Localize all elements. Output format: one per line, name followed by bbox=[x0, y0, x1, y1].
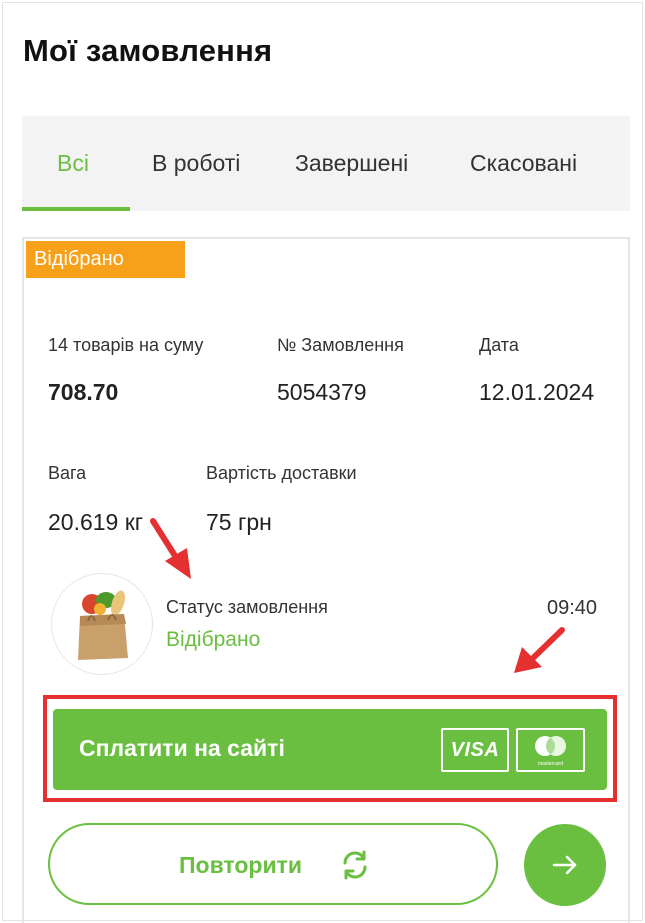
mastercard-wordmark: mastercard bbox=[538, 761, 563, 767]
items-sum-value: 708.70 bbox=[48, 379, 119, 405]
order-card[interactable]: Відібрано 14 товарів на суму 708.70 № За… bbox=[22, 237, 630, 923]
active-tab-indicator bbox=[22, 207, 130, 211]
tab-all[interactable]: Всі bbox=[57, 150, 89, 177]
pay-online-label: Сплатити на сайті bbox=[79, 735, 285, 761]
order-number-label: № Замовлення bbox=[277, 335, 404, 355]
repeat-order-button[interactable]: Повторити bbox=[48, 823, 498, 905]
annotation-highlight-box: Сплатити на сайті VISA mastercard bbox=[43, 695, 617, 802]
refresh-icon bbox=[343, 850, 367, 880]
status-time: 09:40 bbox=[547, 597, 598, 619]
order-details-button[interactable] bbox=[524, 824, 606, 906]
order-date-value: 12.01.2024 bbox=[479, 379, 595, 405]
order-status-value: Відібрано bbox=[166, 628, 261, 651]
repeat-order-label: Повторити bbox=[179, 852, 303, 878]
delivery-cost-value: 75 грн bbox=[206, 509, 272, 535]
grocery-bag-icon bbox=[78, 590, 128, 660]
order-tabs: Всі В роботі Завершені Скасовані bbox=[22, 116, 630, 211]
tab-in-progress[interactable]: В роботі bbox=[152, 150, 240, 177]
mastercard-icon: mastercard bbox=[516, 728, 585, 772]
order-date-label: Дата bbox=[479, 335, 519, 355]
screen-frame: Мої замовлення Всі В роботі Завершені Ск… bbox=[2, 2, 643, 923]
tab-cancelled[interactable]: Скасовані bbox=[470, 150, 577, 177]
order-avatar bbox=[51, 573, 153, 675]
delivery-cost-label: Вартість доставки bbox=[206, 463, 357, 483]
items-sum-label: 14 товарів на суму bbox=[48, 335, 204, 355]
page-title: Мої замовлення bbox=[23, 33, 273, 68]
order-status-label: Статус замовлення bbox=[166, 597, 328, 617]
status-badge: Відібрано bbox=[26, 241, 185, 278]
pay-online-button[interactable]: Сплатити на сайті VISA mastercard bbox=[53, 709, 607, 790]
weight-label: Вага bbox=[48, 463, 87, 483]
weight-value: 20.619 кг bbox=[48, 509, 144, 535]
arrow-right-icon bbox=[552, 855, 577, 875]
tab-completed[interactable]: Завершені bbox=[295, 150, 408, 177]
order-number-value: 5054379 bbox=[277, 379, 367, 405]
visa-icon: VISA bbox=[441, 728, 509, 772]
